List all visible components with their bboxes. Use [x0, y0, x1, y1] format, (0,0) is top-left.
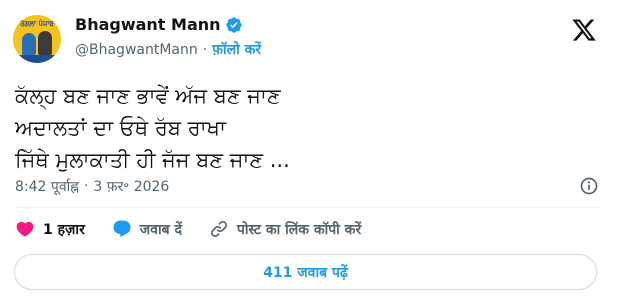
reply-button[interactable]: जवाब दें: [112, 219, 182, 239]
tweet-header: ਰੰਗਲਾ ਪੰਜਾਬ Bhagwant Mann @BhagwantMann …: [13, 12, 601, 64]
divider: [15, 207, 601, 208]
tweet-text: ਕੱਲ੍ਹ ਬਣ ਜਾਣ ਭਾਵੇਂ ਅੱਜ ਬਣ ਜਾਣ ਅਦਾਲਤਾਂ ਦਾ…: [15, 80, 575, 176]
link-icon: [210, 220, 227, 238]
handle-separator: ·: [202, 41, 208, 58]
heart-icon: [16, 221, 34, 237]
like-button[interactable]: 1 हज़ार: [15, 219, 85, 239]
tweet-line: ਕੱਲ੍ਹ ਬਣ ਜਾਣ ਭਾਵੇਂ ਅੱਜ ਬਣ ਜਾਣ: [15, 84, 281, 108]
author-handle-row: @BhagwantMann · फ़ॉलो करें: [75, 40, 261, 59]
avatar-person-left: [22, 33, 36, 55]
tweet-meta: 8:42 पूर्वाह्न · 3 फ़र॰ 2026: [15, 176, 601, 196]
avatar-bar: [13, 55, 61, 63]
author-display-name[interactable]: Bhagwant Mann: [75, 15, 221, 34]
read-replies-button[interactable]: 411 जवाब पढ़ें: [14, 254, 597, 290]
copy-link-label: पोस्ट का लिंक कॉपी करें: [236, 221, 362, 238]
follow-button[interactable]: फ़ॉलो करें: [212, 40, 261, 59]
author-name-row: Bhagwant Mann: [75, 15, 243, 34]
tweet-date[interactable]: 3 फ़र॰ 2026: [93, 177, 169, 196]
avatar-text: ਰੰਗਲਾ ਪੰਜਾਬ: [20, 20, 54, 28]
like-count: 1 हज़ार: [43, 221, 85, 238]
tweet-line: ਅਦਾਲਤਾਂ ਦਾ ਓਥੇ ਰੱਬ ਰਾਖਾ: [15, 116, 226, 140]
tweet-line: ਜਿੱਥੇ ਮੁਲਾਕਾਤੀ ਹੀ ਜੱਜ ਬਣ ਜਾਣ ...: [15, 148, 290, 172]
avatar-person-right: [38, 31, 52, 55]
reply-bubble-icon: [113, 220, 131, 238]
x-logo-icon[interactable]: [571, 17, 597, 43]
copy-link-button[interactable]: पोस्ट का लिंक कॉपी करें: [209, 219, 361, 239]
meta-separator: ·: [83, 178, 89, 194]
info-icon[interactable]: [579, 176, 599, 196]
tweet-actions: 1 हज़ार जवाब दें पोस्ट का लिंक कॉपी करें: [15, 217, 388, 241]
author-handle[interactable]: @BhagwantMann: [75, 42, 198, 58]
tweet-time[interactable]: 8:42 पूर्वाह्न: [15, 177, 79, 196]
author-avatar[interactable]: ਰੰਗਲਾ ਪੰਜਾਬ: [13, 15, 61, 63]
reply-label: जवाब दें: [139, 221, 182, 238]
verified-badge-icon: [225, 16, 242, 33]
